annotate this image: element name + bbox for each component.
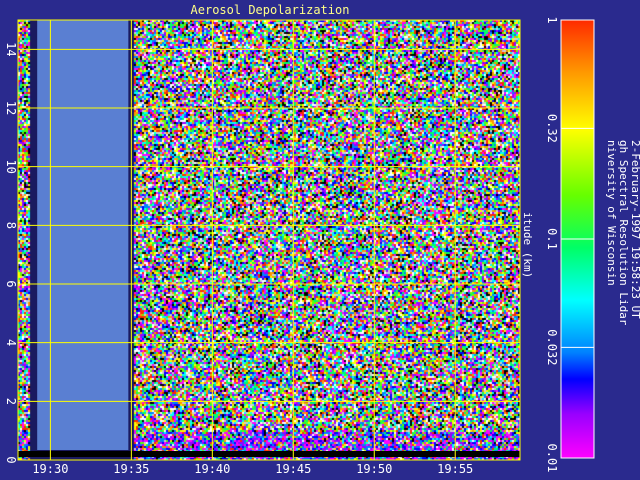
- colorbar-tick-label: 0.32: [545, 114, 559, 143]
- y-axis-label: itude (km): [521, 212, 534, 278]
- x-tick-label: 19:35: [113, 462, 149, 476]
- lidar-plot: Aerosol Depolarization 19:30 19:35 19:40 19…: [0, 0, 640, 480]
- y-tick-label: 2: [4, 398, 18, 405]
- chart-title: Aerosol Depolarization: [191, 3, 350, 17]
- y-tick-label: 12: [4, 101, 18, 115]
- y-tick-label: 0: [4, 456, 18, 463]
- x-tick-label: 19:55: [437, 462, 473, 476]
- annotation-line-2: gh Spectral Resolution Lidar: [617, 140, 630, 326]
- ground-strip: [18, 451, 520, 457]
- x-tick-label: 19:30: [32, 462, 68, 476]
- y-tick-label: 10: [4, 159, 18, 173]
- colorbar-tick-label: 0.032: [545, 329, 559, 365]
- colorbar-tick-label: 0.01: [545, 444, 559, 473]
- x-tick-label: 19:45: [275, 462, 311, 476]
- plot-area: [17, 19, 521, 461]
- annotation-line-3: 2-February-1997 19:58:23 UT: [629, 140, 640, 319]
- y-tick-label: 14: [4, 42, 18, 56]
- y-tick-label: 6: [4, 280, 18, 287]
- annotation-line-1: niversity of Wisconsin: [605, 140, 618, 286]
- colorbar-tick-label: 1: [545, 16, 559, 23]
- x-tick-label: 19:50: [356, 462, 392, 476]
- colorbar-tick-label: 0.1: [545, 228, 559, 250]
- x-tick-label: 19:40: [194, 462, 230, 476]
- y-tick-label: 8: [4, 222, 18, 229]
- y-tick-label: 4: [4, 339, 18, 346]
